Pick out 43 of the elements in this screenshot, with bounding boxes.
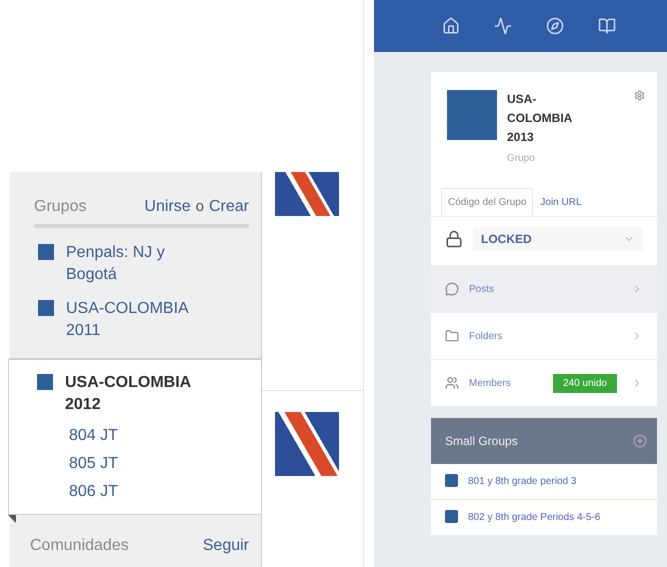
create-link[interactable]: Crear [208,198,249,216]
group-name: USA-COLOMBIA 2013 [507,91,573,146]
settings-icon[interactable] [634,90,645,101]
photo-placeholder [274,172,338,216]
menu-label: Members [469,378,512,388]
lock-icon [445,230,463,248]
group-square-icon [38,300,54,316]
section-title: Small Groups [445,434,518,448]
folder-icon [445,329,459,343]
group-type: Grupo [507,153,536,164]
group-square-icon [445,510,458,523]
home-icon[interactable] [442,17,460,35]
join-link[interactable]: Unirse [144,198,191,216]
group-square-icon [38,244,54,260]
group-avatar [447,90,497,140]
subgroup-link[interactable]: 806 JT [9,478,261,506]
follow-link[interactable]: Seguir [202,537,249,555]
subgroup-link[interactable]: 804 JT [9,422,261,450]
menu-label: Folders [469,330,504,342]
people-icon [445,376,459,390]
lock-dropdown[interactable]: LOCKED [473,227,643,251]
group-square-icon [445,474,458,487]
small-group-label: 801 y 8th grade period 3 [468,475,578,489]
section-title: Grupos [34,198,86,216]
group-link[interactable]: USA-COLOMBIA 2011 [66,298,216,342]
group-square-icon [37,374,53,390]
compass-icon[interactable] [546,17,564,35]
book-icon[interactable] [598,17,616,35]
photo-placeholder [274,412,338,476]
speech-bubble-icon [445,282,459,296]
separator-text: o [196,198,204,215]
group-link[interactable]: Penpals: NJ y Bogotá [66,242,216,286]
section-title: Comunidades [30,537,129,555]
menu-item[interactable]: Posts [431,265,657,312]
tab[interactable]: Código del Grupo [441,188,534,216]
count-badge: 240 unido [553,374,617,392]
activity-icon[interactable] [494,17,512,35]
menu-label: Posts [469,284,496,294]
small-group-item[interactable]: 802 y 8th grade Periods 4-5-6 [431,500,657,536]
group-link[interactable]: USA-COLOMBIA 2012 [65,372,215,416]
small-group-item[interactable]: 801 y 8th grade period 3 [431,464,657,500]
small-group-label: 802 y 8th grade Periods 4-5-6 [468,511,602,525]
subgroup-link[interactable]: 805 JT [9,450,261,478]
